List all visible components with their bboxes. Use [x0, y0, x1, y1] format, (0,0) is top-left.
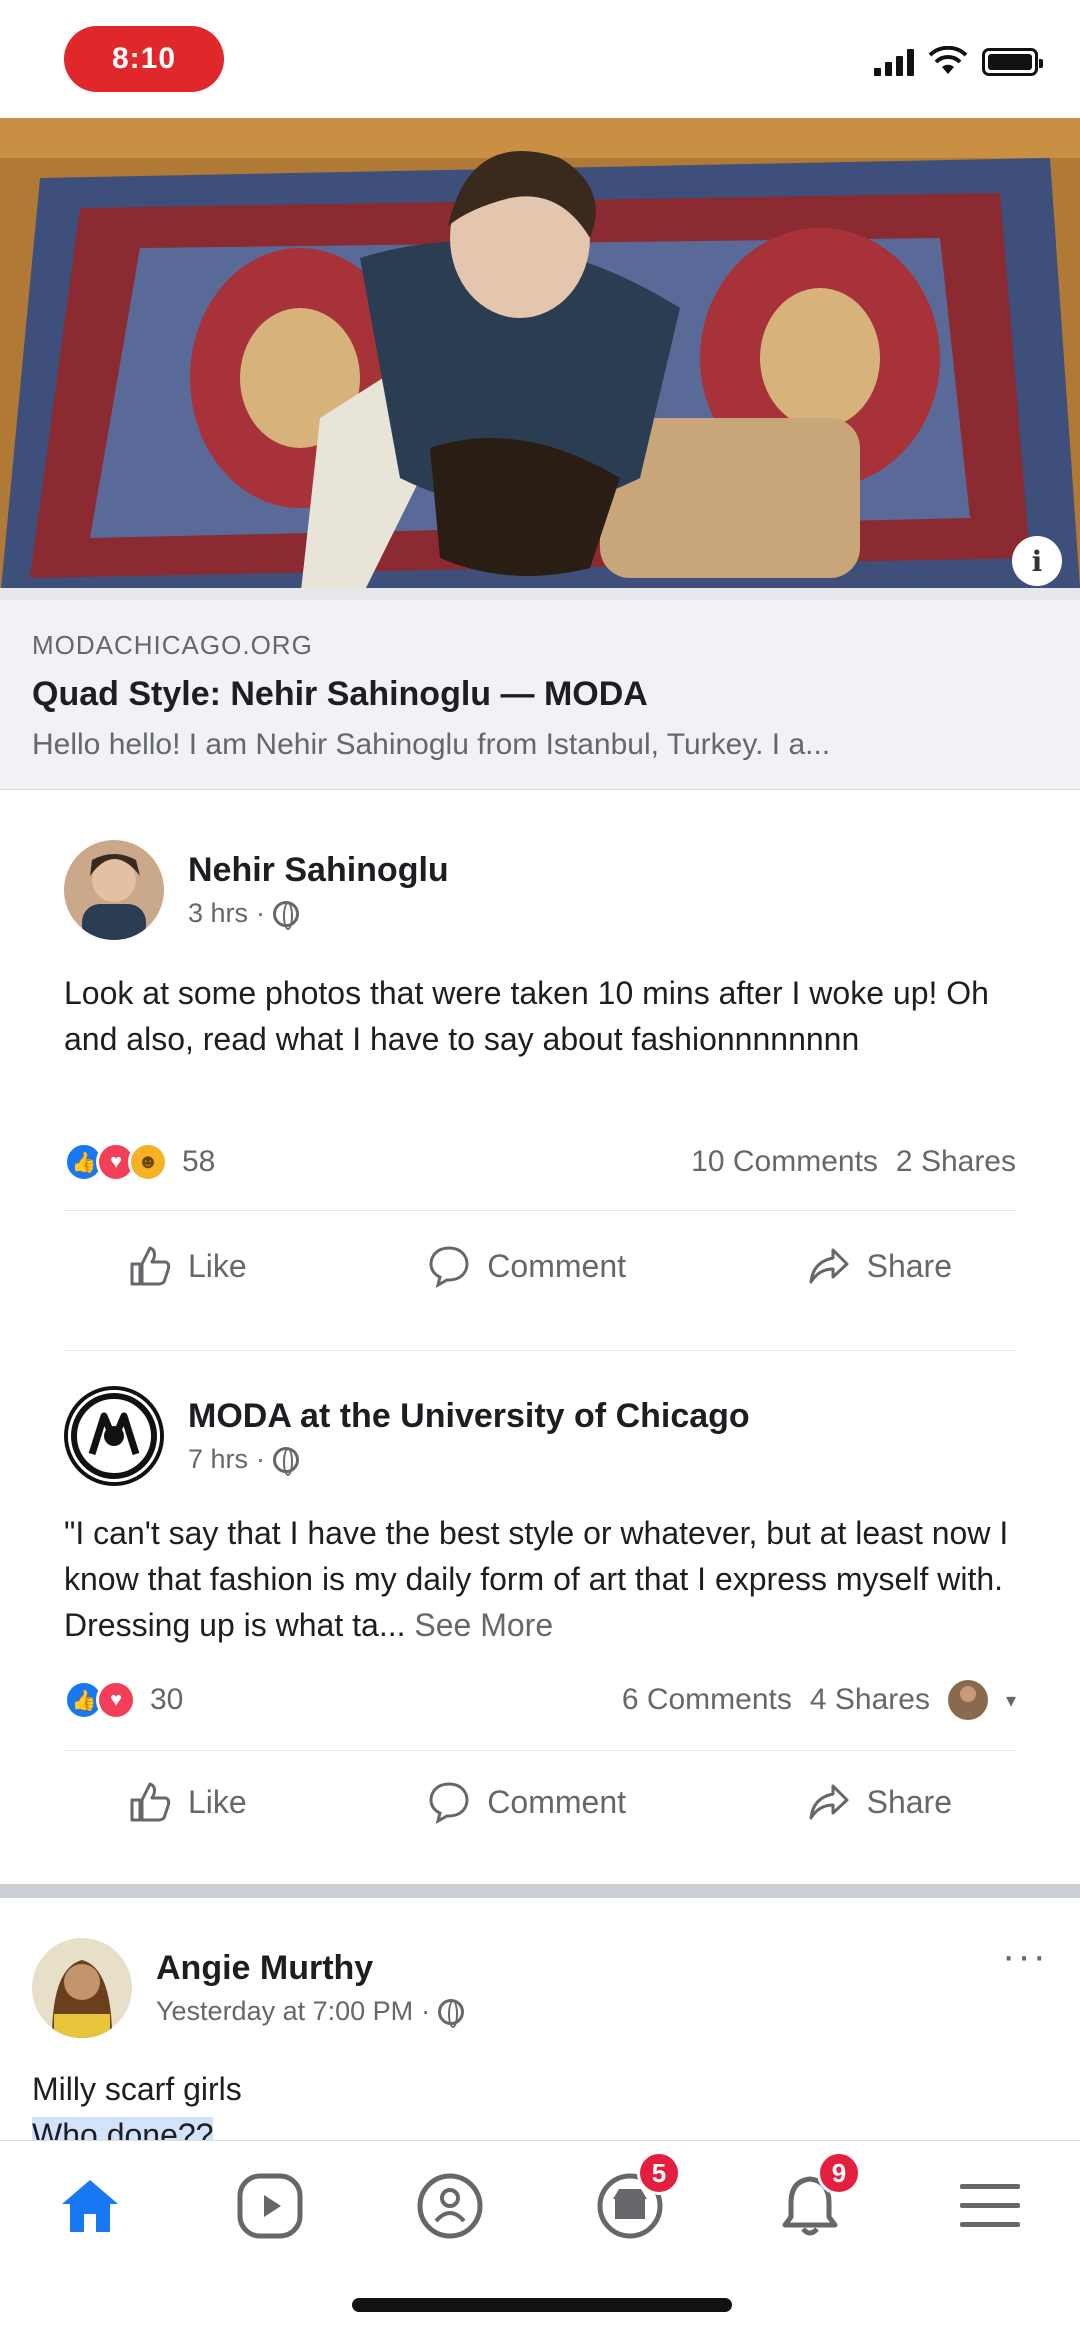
post-counts[interactable]: 👍 ♥ ☻ 58 10 Comments 2 Shares	[64, 1142, 1016, 1182]
post-author[interactable]: MODA at the University of Chicago	[188, 1397, 750, 1436]
post-actions: Like Comment Share	[64, 1244, 1016, 1288]
share-icon	[809, 1248, 849, 1284]
post-header: Nehir Sahinoglu 3 hrs ·	[64, 840, 449, 940]
avatar[interactable]	[64, 1386, 164, 1486]
signal-icon	[874, 48, 914, 76]
menu-icon	[960, 2184, 1020, 2227]
link-domain: MODACHICAGO.ORG	[32, 630, 313, 660]
globe-icon	[438, 1998, 465, 2028]
chevron-down-icon[interactable]: ▾	[1006, 1688, 1016, 1713]
share-count[interactable]: 2 Shares	[896, 1145, 1016, 1179]
avatar[interactable]	[64, 840, 164, 940]
groups-icon	[417, 2173, 483, 2239]
comment-button[interactable]: Comment	[427, 1780, 626, 1824]
watch-icon	[237, 2173, 303, 2239]
battery-icon	[982, 48, 1043, 76]
hero-photo	[0, 118, 1080, 600]
nav-notifications[interactable]: 9	[765, 2151, 861, 2251]
globe-icon	[273, 1446, 300, 1476]
more-options-icon[interactable]: ···	[1002, 1934, 1048, 1979]
system-icons	[874, 46, 1043, 76]
post-time[interactable]: 3 hrs	[188, 898, 248, 929]
divider	[64, 1210, 1016, 1211]
reaction-count: 58	[182, 1145, 216, 1178]
see-more-link[interactable]: See More	[414, 1607, 553, 1643]
viewer-avatar[interactable]	[947, 1680, 988, 1720]
status-bar: 8:10	[0, 0, 1080, 118]
link-description: Hello hello! I am Nehir Sahinoglu from I…	[32, 728, 831, 761]
post-time[interactable]: 7 hrs	[188, 1444, 248, 1475]
nav-marketplace[interactable]: 5	[585, 2151, 681, 2251]
love-reaction-icon: ♥	[96, 1680, 136, 1720]
post-author[interactable]: Angie Murthy	[156, 1949, 464, 1988]
divider	[64, 1750, 1016, 1751]
wifi-icon	[928, 46, 968, 74]
comment-icon	[429, 1782, 469, 1824]
reaction-count: 30	[150, 1683, 184, 1716]
feed-divider	[0, 1884, 1080, 1898]
home-icon	[62, 2180, 118, 2232]
post-time[interactable]: Yesterday at 7:00 PM	[156, 1996, 413, 2027]
share-count[interactable]: 4 Shares	[810, 1683, 930, 1717]
post-text-line: Who done??	[32, 2117, 214, 2140]
reactions[interactable]: 👍 ♥ 30	[64, 1680, 183, 1720]
link-title: Quad Style: Nehir Sahinoglu — MODA	[32, 675, 648, 713]
avatar[interactable]	[32, 1938, 132, 2038]
share-button[interactable]: Share	[807, 1780, 952, 1824]
divider	[64, 1350, 1016, 1351]
comment-count[interactable]: 6 Comments	[622, 1683, 792, 1717]
post-header: MODA at the University of Chicago 7 hrs ·	[64, 1386, 750, 1486]
post-text: "I can't say that I have the best style …	[64, 1515, 1009, 1643]
info-icon[interactable]: i	[1012, 536, 1062, 586]
comment-count[interactable]: 10 Comments	[691, 1145, 878, 1179]
comment-icon	[429, 1246, 469, 1288]
reactions[interactable]: 👍 ♥ ☻ 58	[64, 1142, 215, 1182]
notifications-badge: 9	[817, 2151, 861, 2195]
recording-time-pill[interactable]: 8:10	[64, 26, 224, 92]
nav-groups[interactable]	[405, 2161, 495, 2251]
nav-home[interactable]	[45, 2161, 135, 2251]
like-button[interactable]: Like	[128, 1780, 247, 1824]
post-text: Milly scarf girls Who done??	[32, 2066, 992, 2140]
post-author[interactable]: Nehir Sahinoglu	[188, 851, 449, 890]
post-header: Angie Murthy Yesterday at 7:00 PM ·	[32, 1938, 465, 2038]
link-preview-image[interactable]: i	[0, 118, 1080, 600]
comment-button[interactable]: Comment	[427, 1244, 626, 1288]
like-button[interactable]: Like	[128, 1244, 247, 1288]
share-icon	[809, 1784, 849, 1820]
home-indicator[interactable]	[352, 2298, 732, 2312]
post-actions: Like Comment Share	[64, 1780, 1016, 1824]
haha-reaction-icon: ☻	[128, 1142, 168, 1182]
post-card: MODA at the University of Chicago 7 hrs ·…	[0, 1350, 1080, 1880]
post-text: Look at some photos that were taken 10 m…	[64, 975, 989, 1057]
post-card: Nehir Sahinoglu 3 hrs · Look at some phot…	[0, 790, 1080, 1350]
nav-watch[interactable]	[225, 2161, 315, 2251]
post-counts[interactable]: 👍 ♥ 30 6 Comments 4 Shares ▾	[64, 1680, 1016, 1720]
nav-menu[interactable]	[945, 2161, 1035, 2251]
post-card: Angie Murthy Yesterday at 7:00 PM · ··· M…	[0, 1898, 1080, 2140]
thumbs-up-icon	[130, 1782, 171, 1822]
globe-icon	[273, 900, 300, 930]
marketplace-badge: 5	[637, 2151, 681, 2195]
share-button[interactable]: Share	[807, 1244, 952, 1288]
link-preview-meta[interactable]: MODACHICAGO.ORG Quad Style: Nehir Sahino…	[0, 600, 1080, 790]
thumbs-up-icon	[130, 1246, 171, 1286]
